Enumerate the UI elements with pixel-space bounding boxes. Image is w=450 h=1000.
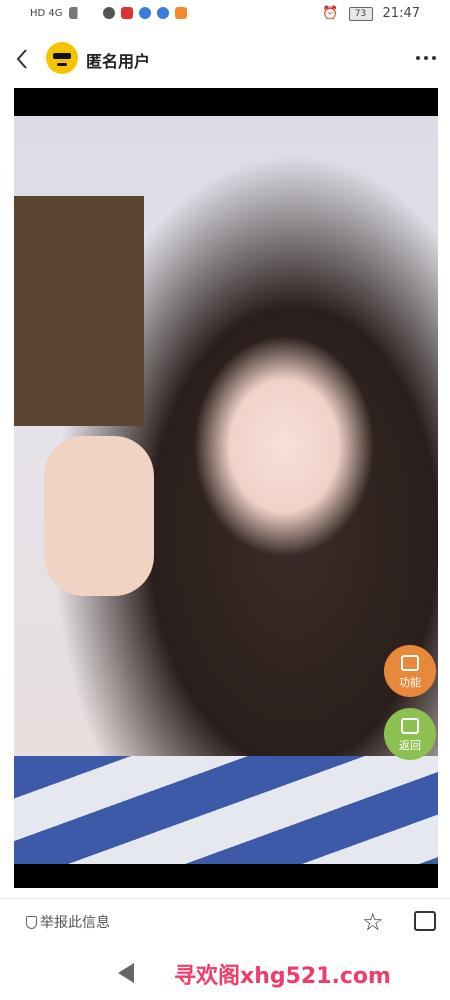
header: 匿名用户 <box>0 38 450 82</box>
report-label: 举报此信息 <box>40 915 110 931</box>
status-time: 21:47 <box>382 6 420 21</box>
signal-icon <box>68 7 97 19</box>
page-title[interactable]: 匿名用户 <box>86 48 150 72</box>
function-button[interactable]: 功能 <box>384 645 436 697</box>
app-music-icon <box>156 7 169 19</box>
divider <box>0 898 450 899</box>
photo[interactable] <box>14 116 438 864</box>
wechat-icon <box>102 7 115 19</box>
grid-icon <box>401 655 419 671</box>
sunglasses-icon <box>53 53 71 59</box>
shield-icon <box>26 915 37 929</box>
nav-back-icon[interactable] <box>118 963 134 983</box>
app-orange-icon <box>174 7 187 19</box>
edit-icon <box>401 718 419 734</box>
status-bar: HD 4G ⏰ 73 21:47 <box>0 0 450 32</box>
photo-background-furniture <box>14 196 144 426</box>
avatar[interactable] <box>46 42 78 74</box>
media-viewer[interactable]: 功能 返回 <box>14 88 438 888</box>
return-button[interactable]: 返回 <box>384 708 436 760</box>
status-text: HD 4G <box>30 7 63 19</box>
star-icon[interactable]: ☆ <box>362 910 384 934</box>
report-link[interactable]: 举报此信息 <box>26 912 110 932</box>
back-icon[interactable] <box>12 46 34 72</box>
mouth-icon <box>57 63 67 66</box>
dot-icon <box>424 56 428 60</box>
dot-icon <box>432 56 436 60</box>
dot-icon <box>416 56 420 60</box>
status-icons: HD 4G <box>30 7 187 19</box>
alarm-icon: ⏰ <box>322 6 339 21</box>
photo-blanket <box>14 756 438 864</box>
photo-hand <box>44 436 154 596</box>
return-label: 返回 <box>399 739 421 752</box>
app-blue-icon <box>138 7 151 19</box>
function-label: 功能 <box>399 676 421 689</box>
share-icon[interactable] <box>414 911 436 931</box>
status-right: ⏰ 73 21:47 <box>322 6 420 21</box>
app-red-icon <box>120 7 133 19</box>
more-options-button[interactable] <box>416 56 436 60</box>
watermark: 寻欢阁xhg521.com <box>174 964 391 989</box>
battery-icon: 73 <box>348 6 373 21</box>
